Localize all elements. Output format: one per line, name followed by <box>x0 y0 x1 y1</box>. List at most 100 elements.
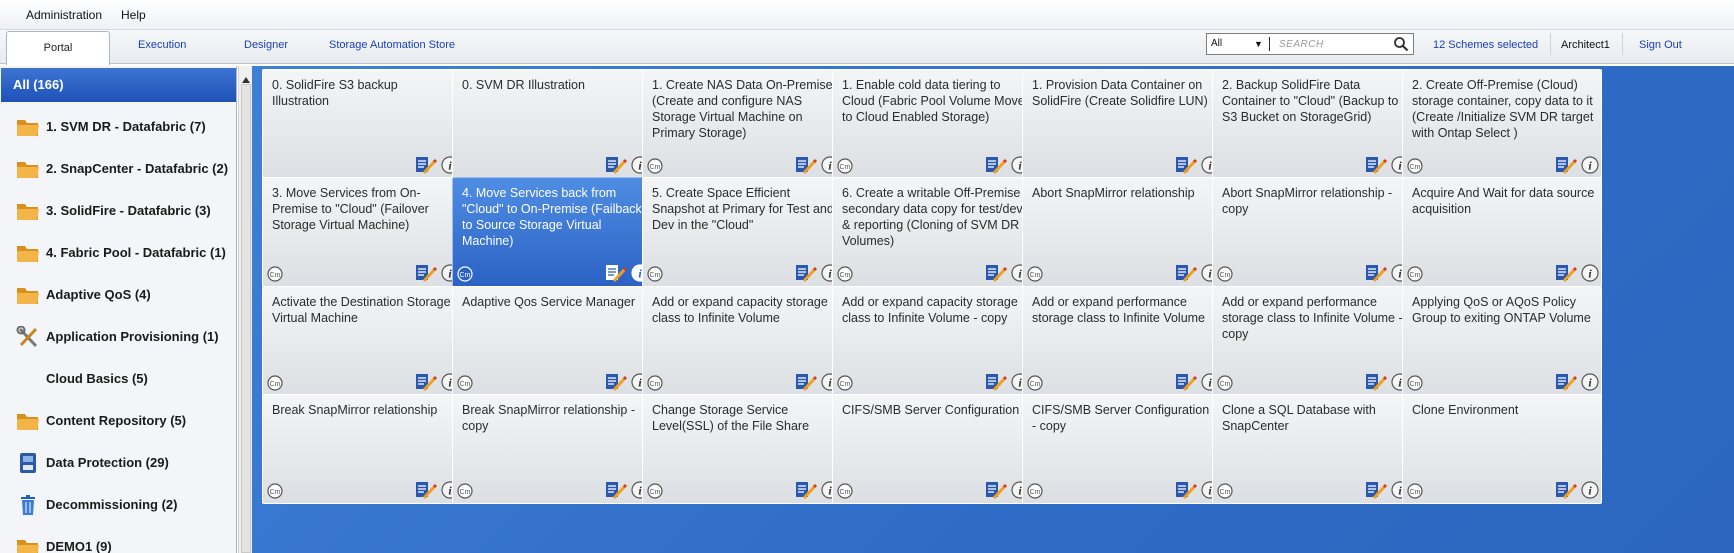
workflow-tile[interactable]: Acquire And Wait for data source acquisi… <box>1402 177 1602 287</box>
info-icon[interactable]: i <box>1581 264 1599 282</box>
search-input[interactable] <box>1277 36 1387 52</box>
workflow-tile-grid: 0. SolidFire S3 backup Illustration i 0. S… <box>252 66 1734 553</box>
sidebar-item[interactable]: Cloud Basics (5) <box>0 358 236 400</box>
workflow-tile[interactable]: 5. Create Space Efficient Snapshot at Pr… <box>642 177 842 287</box>
info-icon[interactable]: i <box>1581 156 1599 174</box>
edit-icon[interactable] <box>1555 480 1578 500</box>
chevron-down-icon[interactable]: ▼ <box>1254 39 1263 49</box>
svg-text:Cm: Cm <box>1220 272 1231 279</box>
workflow-tile[interactable]: 6. Create a writable Off-Premise seconda… <box>832 177 1032 287</box>
workflow-tile[interactable]: CIFS/SMB Server Configuration Cm i <box>832 394 1032 504</box>
workflow-tile[interactable]: 1. Provision Data Container on SolidFire… <box>1022 69 1222 179</box>
certified-badge-icon: Cm <box>457 375 473 391</box>
folder-icon <box>16 284 40 306</box>
schemes-selected-link[interactable]: 12 Schemes selected <box>1433 39 1538 51</box>
workflow-tile[interactable]: Add or expand capacity storage class to … <box>832 286 1032 396</box>
workflow-tile[interactable]: Adaptive Qos Service Manager Cm i <box>452 286 652 396</box>
workflow-tile[interactable]: 2. Create Off-Premise (Cloud) storage co… <box>1402 69 1602 179</box>
certified-badge-icon: Cm <box>1217 375 1233 391</box>
edit-icon[interactable] <box>605 480 628 500</box>
tab-execution[interactable]: Execution <box>138 39 186 51</box>
edit-icon[interactable] <box>795 480 818 500</box>
edit-icon[interactable] <box>985 263 1008 283</box>
workflow-tile[interactable]: 0. SVM DR Illustration i <box>452 69 652 179</box>
sign-out-link[interactable]: Sign Out <box>1639 39 1682 51</box>
info-icon[interactable]: i <box>1581 373 1599 391</box>
workflow-tile[interactable]: Add or expand performance storage class … <box>1212 286 1412 396</box>
edit-icon[interactable] <box>415 263 438 283</box>
workflow-tile[interactable]: Clone a SQL Database with SnapCenter Cm i <box>1212 394 1412 504</box>
workflow-tile[interactable]: Add or expand performance storage class … <box>1022 286 1222 396</box>
edit-icon[interactable] <box>1555 372 1578 392</box>
sidebar-item[interactable]: Decommissioning (2) <box>0 484 236 526</box>
sidebar-item[interactable]: Application Provisioning (1) <box>0 316 236 358</box>
menu-help[interactable]: Help <box>121 8 146 22</box>
edit-icon[interactable] <box>1555 263 1578 283</box>
sidebar-item[interactable]: 1. SVM DR - Datafabric (7) <box>0 106 236 148</box>
sidebar-item[interactable]: Data Protection (29) <box>0 442 236 484</box>
search-scope-select[interactable]: All <box>1211 38 1222 49</box>
edit-icon[interactable] <box>415 372 438 392</box>
edit-icon[interactable] <box>985 480 1008 500</box>
edit-icon[interactable] <box>415 480 438 500</box>
sidebar-item[interactable]: 2. SnapCenter - Datafabric (2) <box>0 148 236 190</box>
edit-icon[interactable] <box>1175 480 1198 500</box>
folder-icon <box>16 536 40 553</box>
workflow-tile[interactable]: Break SnapMirror relationship - copy Cm i <box>452 394 652 504</box>
edit-icon[interactable] <box>605 263 628 283</box>
edit-icon[interactable] <box>1175 155 1198 175</box>
workflow-tile[interactable]: 1. Enable cold data tiering to Cloud (Fa… <box>832 69 1032 179</box>
svg-text:Cm: Cm <box>270 381 281 388</box>
toolbar-divider <box>1622 33 1623 55</box>
workflow-tile[interactable]: Add or expand capacity storage class to … <box>642 286 842 396</box>
certified-badge-icon: Cm <box>267 483 283 499</box>
svg-text:Cm: Cm <box>840 381 851 388</box>
search-icon[interactable] <box>1393 36 1409 57</box>
workflow-tile-title: Add or expand capacity storage class to … <box>842 295 1018 325</box>
edit-icon[interactable] <box>985 155 1008 175</box>
workflow-tile[interactable]: 0. SolidFire S3 backup Illustration i <box>262 69 462 179</box>
sidebar-item[interactable]: Content Repository (5) <box>0 400 236 442</box>
sidebar-item[interactable]: 3. SolidFire - Datafabric (3) <box>0 190 236 232</box>
workflow-tile[interactable]: 2. Backup SolidFire Data Container to "C… <box>1212 69 1412 179</box>
workflow-tile-title: Acquire And Wait for data source acquisi… <box>1412 186 1595 216</box>
sidebar-item[interactable]: 4. Fabric Pool - Datafabric (1) <box>0 232 236 274</box>
edit-icon[interactable] <box>795 155 818 175</box>
workflow-tile[interactable]: Change Storage Service Level(SSL) of the… <box>642 394 842 504</box>
tab-portal[interactable]: Portal <box>6 31 110 65</box>
menu-administration[interactable]: Administration <box>26 8 102 22</box>
workflow-tile[interactable]: Activate the Destination Storage Virtual… <box>262 286 462 396</box>
edit-icon[interactable] <box>795 372 818 392</box>
workflow-tile[interactable]: 3. Move Services from On-Premise to "Clo… <box>262 177 462 287</box>
edit-icon[interactable] <box>1365 155 1388 175</box>
edit-icon[interactable] <box>1175 263 1198 283</box>
sidebar-item-all[interactable]: All (166) <box>1 68 236 102</box>
workflow-tile[interactable]: 1. Create NAS Data On-Premise (Create an… <box>642 69 842 179</box>
workflow-tile[interactable]: Applying QoS or AQoS Policy Group to exi… <box>1402 286 1602 396</box>
edit-icon[interactable] <box>1175 372 1198 392</box>
workflow-tile[interactable]: Abort SnapMirror relationship - copy Cm i <box>1212 177 1412 287</box>
edit-icon[interactable] <box>1365 263 1388 283</box>
workflow-tile[interactable]: CIFS/SMB Server Configuration - copy Cm i <box>1022 394 1222 504</box>
edit-icon[interactable] <box>415 155 438 175</box>
workflow-tile[interactable]: Break SnapMirror relationship Cm i <box>262 394 462 504</box>
workflow-tile-selected[interactable]: 4. Move Services back from "Cloud" to On… <box>452 177 652 287</box>
edit-icon[interactable] <box>605 155 628 175</box>
edit-icon[interactable] <box>1365 372 1388 392</box>
workflow-tile[interactable]: Clone Environment Cm i <box>1402 394 1602 504</box>
scrollbar-thumb[interactable] <box>241 84 251 553</box>
certified-badge-icon: Cm <box>1217 266 1233 282</box>
info-icon[interactable]: i <box>1581 481 1599 499</box>
edit-icon[interactable] <box>985 372 1008 392</box>
edit-icon[interactable] <box>1365 480 1388 500</box>
edit-icon[interactable] <box>1555 155 1578 175</box>
sidebar-scrollbar[interactable] <box>238 66 252 553</box>
sidebar-item[interactable]: Adaptive QoS (4) <box>0 274 236 316</box>
edit-icon[interactable] <box>605 372 628 392</box>
sidebar-item[interactable]: DEMO1 (9) <box>0 526 236 553</box>
tab-designer[interactable]: Designer <box>244 39 288 51</box>
tab-storage-automation-store[interactable]: Storage Automation Store <box>329 39 455 51</box>
workflow-tile[interactable]: Abort SnapMirror relationship Cm i <box>1022 177 1222 287</box>
certified-badge-icon: Cm <box>837 266 853 282</box>
edit-icon[interactable] <box>795 263 818 283</box>
